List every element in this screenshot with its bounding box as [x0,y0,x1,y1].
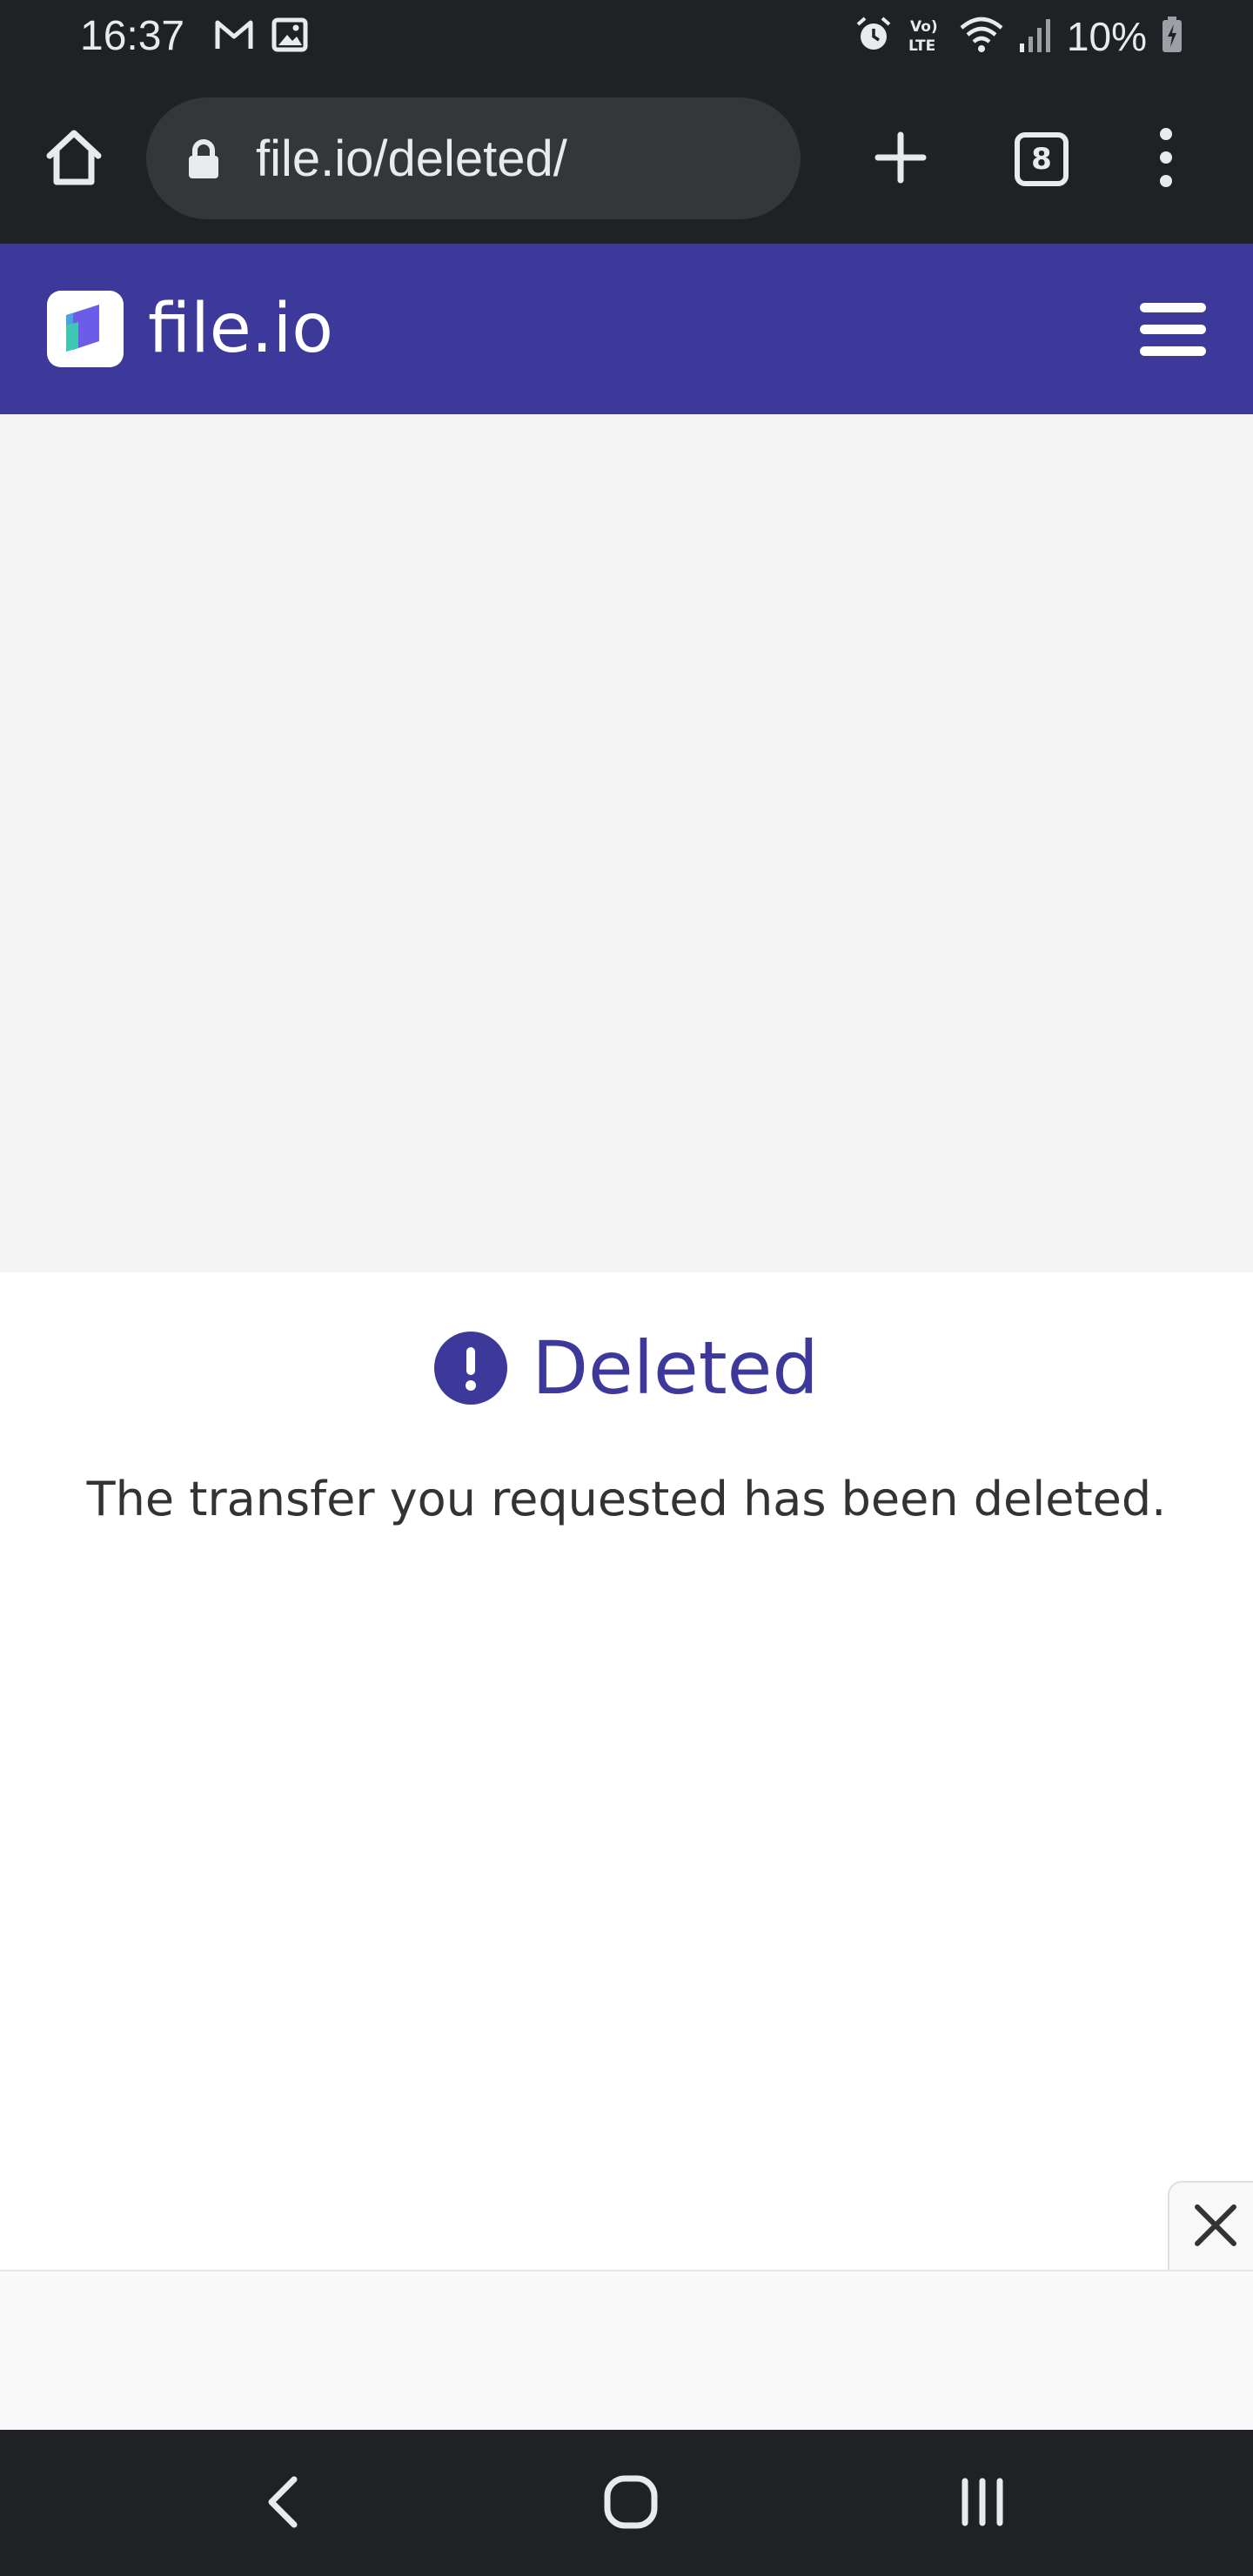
alarm-icon [854,16,893,58]
new-tab-button[interactable] [861,120,940,198]
home-icon [43,126,105,193]
system-navigation-bar [0,2430,1253,2576]
wifi-icon [959,16,1004,58]
home-circle-icon [602,2473,660,2535]
deleted-heading: Deleted [0,1325,1253,1412]
browser-home-button[interactable] [35,120,113,198]
battery-charging-icon [1161,16,1183,58]
banner-close-button[interactable] [1168,2181,1253,2271]
plus-icon [873,130,928,190]
status-time: 16:37 [80,13,185,59]
site-header: file.io [0,244,1253,414]
volte-icon: Vo) LTE [907,16,945,58]
tabs-icon: 8 [1015,132,1069,186]
browser-menu-button[interactable] [1140,120,1192,198]
hamburger-menu-icon[interactable] [1140,294,1209,364]
address-bar[interactable]: file.io/deleted/ [146,97,801,219]
recents-icon [956,2476,1008,2532]
signal-icon [1018,16,1053,58]
lock-icon [186,139,221,184]
close-icon [1192,2202,1239,2253]
status-notification-icons [214,17,308,57]
site-logo-link[interactable]: file.io [47,291,333,367]
more-vert-icon [1157,127,1175,192]
svg-text:Vo): Vo) [910,18,938,36]
browser-toolbar: file.io/deleted/ 8 [0,73,1253,244]
status-bar: 16:37 Vo) LTE 10% [0,0,1253,73]
main-content: Deleted The transfer you requested has b… [0,1272,1253,2270]
nav-recents-button[interactable] [943,2465,1022,2543]
deleted-message: The transfer you requested has been dele… [86,1472,1167,1526]
back-icon [261,2474,305,2534]
bottom-ad-banner [0,2270,1253,2430]
url-text: file.io/deleted/ [256,131,567,187]
battery-percent: 10% [1066,14,1147,59]
exclamation-circle-icon [434,1332,508,1405]
brand-name: file.io [148,290,333,368]
gmail-icon [214,17,254,57]
nav-home-button[interactable] [592,2465,670,2543]
gallery-icon [271,17,308,57]
nav-back-button[interactable] [244,2465,322,2543]
file-io-logo-icon [47,291,124,367]
status-system-icons: Vo) LTE 10% [854,12,1183,61]
tab-switcher-button[interactable]: 8 [1006,124,1077,195]
ad-placeholder [0,414,1253,1272]
page-title: Deleted [532,1325,819,1411]
svg-text:LTE: LTE [908,37,935,54]
